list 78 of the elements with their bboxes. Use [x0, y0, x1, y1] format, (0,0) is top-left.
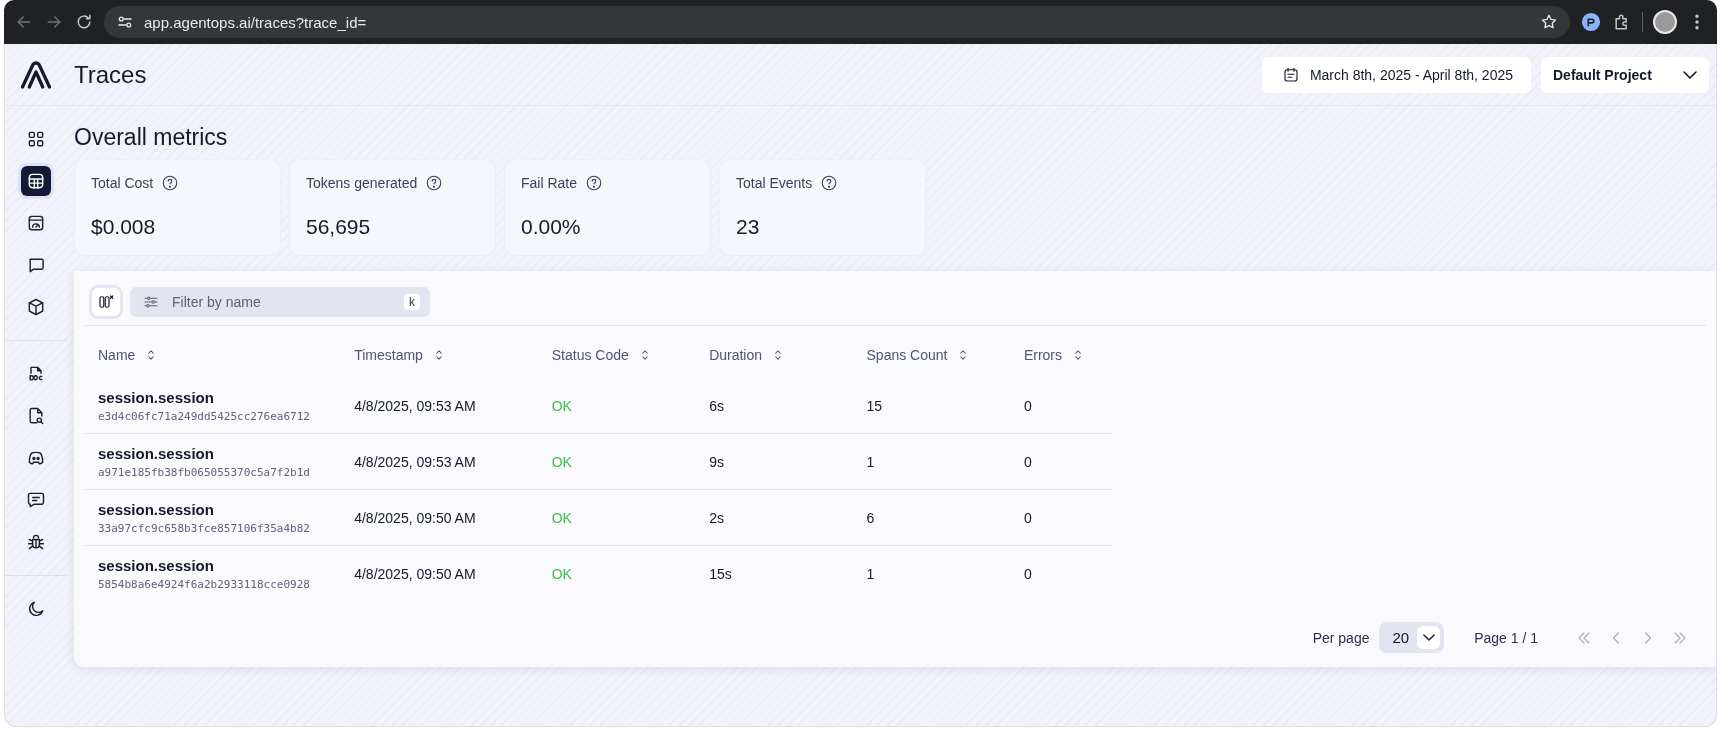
- per-page-select[interactable]: 20: [1379, 622, 1445, 653]
- column-header[interactable]: Timestamp: [354, 347, 446, 363]
- metric-value: $0.008: [91, 215, 157, 240]
- errors-cell: 0: [1023, 397, 1032, 414]
- column-header[interactable]: Errors: [1023, 347, 1086, 363]
- grid-icon: [26, 129, 46, 149]
- address-bar[interactable]: app.agentops.ai/traces?trace_id=: [104, 6, 1570, 38]
- section-title: Overall metrics: [74, 124, 229, 151]
- filter-bar[interactable]: Filter by name k: [130, 287, 430, 317]
- extension-icon[interactable]: [1580, 11, 1602, 33]
- trace-name[interactable]: session.session: [98, 444, 341, 462]
- help-icon[interactable]: [585, 174, 604, 192]
- column-header[interactable]: Status Code: [551, 347, 652, 363]
- chevron-down-icon: [1422, 634, 1435, 641]
- column-header[interactable]: Name: [98, 347, 159, 363]
- box-icon: [26, 297, 46, 317]
- metric-value: 0.00%: [521, 215, 582, 240]
- timestamp-cell: 4/8/2025, 09:53 AM: [354, 397, 476, 414]
- trace-name[interactable]: session.session: [98, 388, 341, 406]
- chat-bubble-icon: [26, 255, 46, 275]
- doc-file-icon: [26, 364, 46, 384]
- columns-icon: [97, 293, 115, 311]
- calendar-icon: [1281, 65, 1300, 84]
- help-icon[interactable]: [425, 174, 444, 192]
- trace-id: a971e185fb38fb065055370c5a7f2b1d: [98, 465, 311, 479]
- chevron-down-icon: [1683, 70, 1697, 79]
- spans-count-cell: 6: [866, 509, 875, 526]
- timestamp-cell: 4/8/2025, 09:50 AM: [354, 565, 476, 582]
- status-cell: OK: [551, 397, 572, 414]
- sidebar-button[interactable]: [21, 166, 51, 196]
- status-cell: OK: [551, 565, 572, 582]
- errors-cell: 0: [1023, 565, 1032, 582]
- errors-cell: 0: [1023, 509, 1032, 526]
- moon-icon: [26, 599, 46, 619]
- metric-label: Tokens generated: [306, 175, 418, 191]
- duration-cell: 6s: [709, 397, 724, 414]
- status-cell: OK: [551, 509, 572, 526]
- column-header[interactable]: Duration: [709, 347, 786, 363]
- help-icon[interactable]: [820, 174, 839, 192]
- message-icon: [26, 490, 46, 510]
- status-cell: OK: [551, 453, 572, 470]
- star-icon[interactable]: [1540, 13, 1558, 31]
- page-indicator: Page 1 / 1: [1474, 629, 1538, 646]
- url-text: app.agentops.ai/traces?trace_id=: [144, 13, 368, 31]
- site-settings-icon: [116, 13, 134, 31]
- spans-count-cell: 1: [866, 453, 875, 470]
- duration-cell: 9s: [709, 453, 724, 470]
- help-icon[interactable]: [161, 174, 180, 192]
- bug-icon: [26, 532, 46, 552]
- metric-label: Fail Rate: [521, 175, 578, 191]
- trace-id: e3d4c06fc71a249dd5425cc276ea6712: [98, 409, 311, 423]
- column-header[interactable]: Spans Count: [866, 347, 971, 363]
- per-page-label: Per page: [1312, 629, 1370, 646]
- timestamp-cell: 4/8/2025, 09:53 AM: [354, 453, 476, 470]
- metric-label: Total Events: [736, 175, 813, 191]
- metric-value: 23: [736, 215, 761, 240]
- timestamp-cell: 4/8/2025, 09:50 AM: [354, 509, 476, 526]
- spans-count-cell: 15: [866, 397, 883, 414]
- trace-name[interactable]: session.session: [98, 556, 341, 574]
- filter-input[interactable]: Filter by name: [170, 293, 394, 311]
- duration-cell: 2s: [709, 509, 724, 526]
- page-title: Traces: [74, 60, 148, 89]
- metric-label: Total Cost: [91, 175, 154, 191]
- trace-id: 33a97cfc9c658b3fce857106f35a4b82: [98, 521, 311, 535]
- table-icon: [26, 171, 46, 191]
- shortcut-key: k: [404, 294, 420, 310]
- duration-cell: 15s: [709, 565, 732, 582]
- trace-id: 5854b8a6e4924f6a2b2933118cce0928: [98, 577, 311, 591]
- gauge-icon: [26, 213, 46, 233]
- columns-toggle-button[interactable]: [92, 288, 120, 316]
- trace-name[interactable]: session.session: [98, 500, 341, 518]
- metric-value: 56,695: [306, 215, 372, 240]
- profile-avatar[interactable]: [1653, 10, 1677, 34]
- errors-cell: 0: [1023, 453, 1032, 470]
- spans-count-cell: 1: [866, 565, 875, 582]
- date-range-button[interactable]: March 8th, 2025 - April 8th, 2025: [1261, 56, 1531, 93]
- project-select[interactable]: Default Project: [1541, 56, 1709, 93]
- file-search-icon: [26, 406, 46, 426]
